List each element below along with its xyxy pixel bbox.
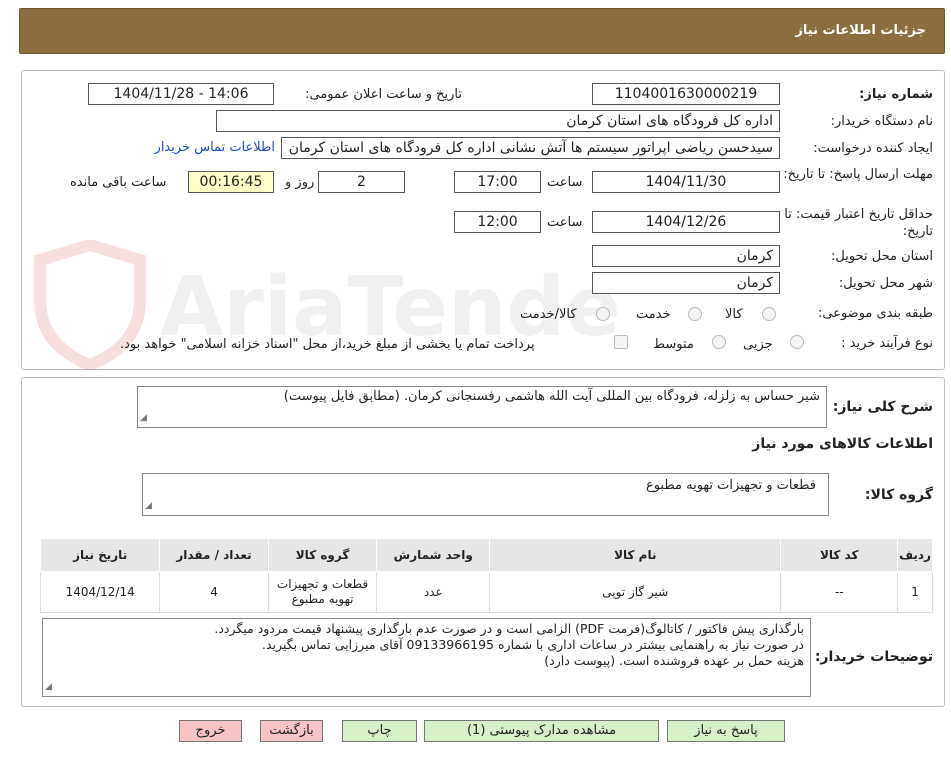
validity-time-label: ساعت xyxy=(547,215,583,230)
buyer-note-line: در صورت نیاز به راهنمایی بیشتر در ساعات … xyxy=(261,637,804,652)
resize-grip-icon: ◢ xyxy=(45,682,52,692)
province-field: کرمان xyxy=(592,245,780,267)
creator-label: ایجاد کننده درخواست: xyxy=(813,141,933,156)
summary-label: شرح کلی نیاز: xyxy=(832,399,933,415)
summary-textarea[interactable]: شیر حساس به زلزله، فرودگاه بین المللی آی… xyxy=(137,386,827,428)
page-header: جزئیات اطلاعات نیاز xyxy=(19,8,945,54)
announce-label: تاریخ و ساعت اعلان عمومی: xyxy=(305,87,462,102)
category-radio-goods-service[interactable] xyxy=(596,307,610,321)
remaining-time-label: ساعت باقی مانده xyxy=(70,175,167,190)
items-table: ردیف کد کالا نام کالا واحد شمارش گروه کا… xyxy=(39,538,933,613)
city-label: شهر محل تحویل: xyxy=(838,276,933,291)
col-item-code: کد کالا xyxy=(780,538,899,572)
table-header-row: ردیف کد کالا نام کالا واحد شمارش گروه کا… xyxy=(39,538,933,572)
cell-row-number: 1 xyxy=(897,571,933,613)
col-row-number: ردیف xyxy=(897,538,933,572)
goods-info-title: اطلاعات کالاهای مورد نیاز xyxy=(752,436,933,452)
buyer-org-field: اداره کل فرودگاه های استان کرمان xyxy=(216,110,780,132)
buyer-contact-link[interactable]: اطلاعات تماس خریدار xyxy=(155,140,275,155)
announce-field: 1404/11/28 - 14:06 xyxy=(88,83,274,105)
reply-date-field: 1404/11/30 xyxy=(592,171,780,193)
resize-grip-icon: ◢ xyxy=(140,413,147,423)
city-field: کرمان xyxy=(592,272,780,294)
process-radio-minor[interactable] xyxy=(790,335,804,349)
resize-grip-icon: ◢ xyxy=(145,501,152,511)
cell-item-group: قطعات و تجهیزات تهویه مطبوع xyxy=(267,571,378,613)
remaining-time-field: 00:16:45 xyxy=(188,171,274,193)
validity-label: حداقل تاریخ اعتبار قیمت: تا تاریخ: xyxy=(784,207,933,239)
back-button[interactable]: بازگشت xyxy=(260,720,323,742)
cell-quantity: 4 xyxy=(159,571,269,613)
validity-time-field: 12:00 xyxy=(454,211,541,233)
buyer-notes-label: توضیحات خریدار: xyxy=(814,649,933,665)
reply-button[interactable]: پاسخ به نیاز xyxy=(667,720,785,742)
category-option-goods-service: کالا/خدمت xyxy=(520,307,577,322)
validity-date-field: 1404/12/26 xyxy=(592,211,780,233)
summary-text: شیر حساس به زلزله، فرودگاه بین المللی آی… xyxy=(283,389,820,404)
days-label: روز و xyxy=(285,175,315,190)
buyer-note-line: بارگذاری پیش فاکتور / کاتالوگ(فرمت PDF) … xyxy=(214,621,804,636)
province-label: استان محل تحویل: xyxy=(831,249,933,264)
treasury-payment-note: پرداخت تمام یا بخشی از مبلغ خرید،از محل … xyxy=(120,337,535,352)
reply-deadline-label: مهلت ارسال پاسخ: تا تاریخ: xyxy=(783,167,933,182)
print-button[interactable]: چاپ xyxy=(342,720,417,742)
cell-item-name: شیر گاز توپی xyxy=(489,571,782,613)
process-option-medium: متوسط xyxy=(653,337,694,352)
col-need-date: تاریخ نیاز xyxy=(39,538,161,572)
buyer-note-line: هزینه حمل بر عهده فروشنده است. (پیوست دا… xyxy=(544,653,804,668)
process-option-minor: جزیی xyxy=(743,337,773,352)
creator-field: سیدحسن ریاضی اپراتور سیستم ها آتش نشانی … xyxy=(281,137,780,159)
treasury-payment-checkbox[interactable] xyxy=(614,335,628,349)
col-item-name: نام کالا xyxy=(489,538,782,572)
cell-item-code: -- xyxy=(780,571,899,613)
days-field: 2 xyxy=(318,171,405,193)
need-number-field: 1104001630000219 xyxy=(592,83,780,105)
category-radio-goods[interactable] xyxy=(762,307,776,321)
col-item-group: گروه کالا xyxy=(267,538,378,572)
cell-need-date: 1404/12/14 xyxy=(39,571,161,613)
process-label: نوع فرآیند خرید : xyxy=(841,336,933,351)
reply-time-field: 17:00 xyxy=(454,171,541,193)
buyer-org-label: نام دستگاه خریدار: xyxy=(830,114,933,129)
category-radio-service[interactable] xyxy=(688,307,702,321)
category-option-goods: کالا xyxy=(725,307,743,322)
group-label: گروه کالا: xyxy=(864,487,933,503)
view-attachments-button[interactable]: مشاهده مدارک پیوستی (1) xyxy=(424,720,659,742)
need-number-label: شماره نیاز: xyxy=(859,87,933,102)
reply-time-label: ساعت xyxy=(547,175,583,190)
group-textarea[interactable]: قطعات و تجهیزات تهویه مطبوع ◢ xyxy=(142,473,829,516)
process-radio-medium[interactable] xyxy=(712,335,726,349)
buyer-notes-textarea[interactable]: بارگذاری پیش فاکتور / کاتالوگ(فرمت PDF) … xyxy=(42,618,811,697)
cell-unit: عدد xyxy=(376,571,491,613)
category-label: طبقه بندی موضوعی: xyxy=(817,306,933,321)
table-row: 1 -- شیر گاز توپی عدد قطعات و تجهیزات ته… xyxy=(39,571,933,613)
col-unit: واحد شمارش xyxy=(376,538,491,572)
page-title: جزئیات اطلاعات نیاز xyxy=(795,23,926,38)
col-quantity: تعداد / مقدار xyxy=(159,538,269,572)
group-text: قطعات و تجهیزات تهویه مطبوع xyxy=(645,478,816,493)
exit-button[interactable]: خروج xyxy=(179,720,242,742)
category-option-service: خدمت xyxy=(636,307,671,322)
